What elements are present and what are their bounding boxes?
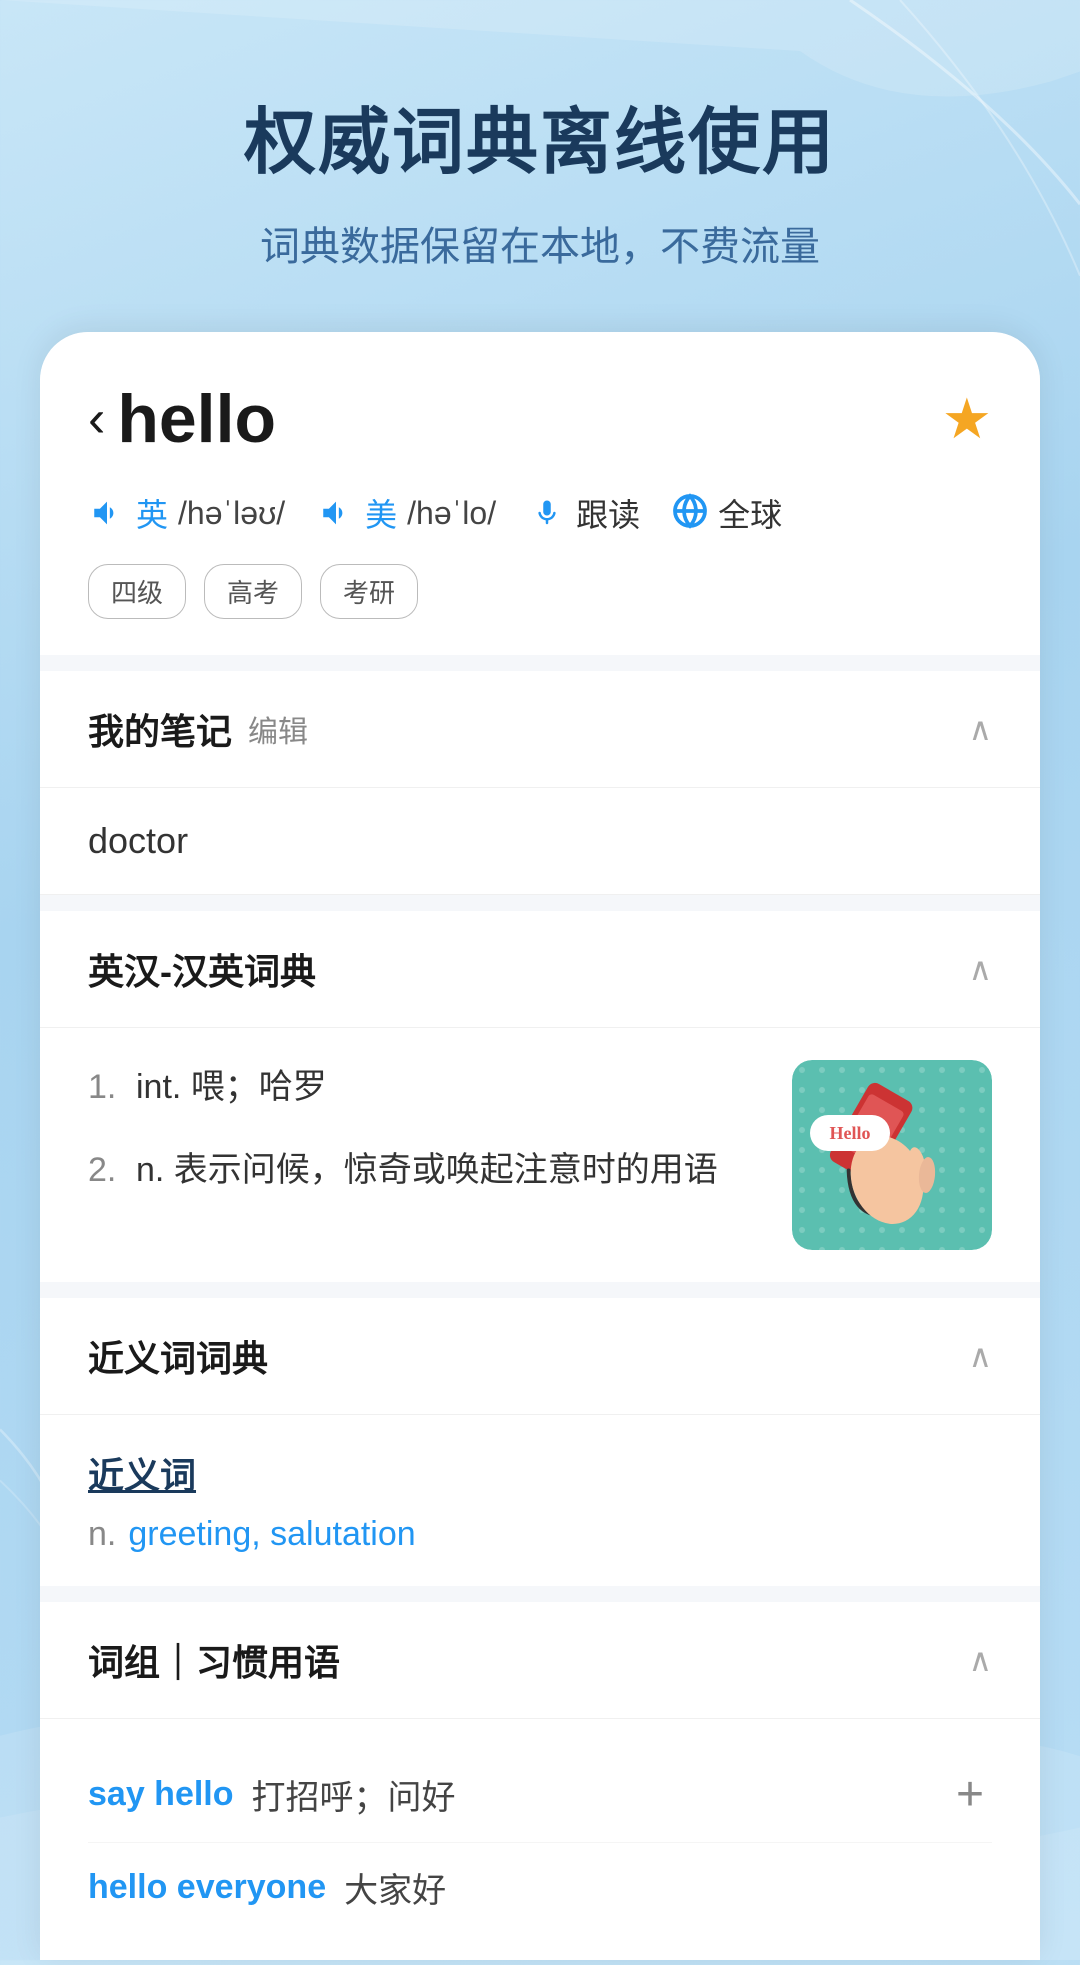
dict-entry: 1. int. 喂；哈罗 2. n. 表示问候，惊奇或唤起注意时的用语 [88,1060,992,1250]
phrase-zh-2: 大家好 [344,1863,446,1912]
def-text-2: n. 表示问候，惊奇或唤起注意时的用语 [136,1143,718,1197]
back-word-row: ‹ hello [88,380,276,458]
notes-section: 我的笔记 编辑 ∧ doctor [40,671,1040,895]
dictionary-section: 英汉-汉英词典 ∧ 1. int. 喂；哈罗 2. n. 表示问候，惊奇或唤起注… [40,911,1040,1282]
dictionary-title: 英汉-汉英词典 [88,943,316,995]
synonyms-section-header[interactable]: 近义词词典 ∧ [40,1298,1040,1415]
synonyms-content: 近义词 n. greeting, salutation [40,1415,1040,1586]
american-label: 美 [365,490,397,536]
global-label: 全球 [718,490,782,536]
phrase-item-1: say hello 打招呼；问好 + [88,1747,992,1843]
star-icon[interactable]: ★ [942,386,992,452]
notes-title: 我的笔记 [88,703,232,755]
follow-read-label: 跟读 [576,490,640,536]
def-num-2: 2. [88,1143,124,1197]
global-icon [672,493,708,534]
notes-content: doctor [40,788,1040,895]
tag-gaokao: 高考 [204,564,302,619]
synonym-row: n. greeting, salutation [88,1515,992,1554]
american-phonetic: /həˈlo/ [407,495,496,532]
synonym-words[interactable]: greeting, salutation [128,1515,415,1554]
phrase-en-1[interactable]: say hello [88,1775,234,1814]
search-word: hello [117,380,276,458]
synonyms-title: 近义词词典 [88,1330,268,1382]
notes-edit-button[interactable]: 编辑 [248,707,308,751]
british-label: 英 [136,490,168,536]
tag-level4: 四级 [88,564,186,619]
british-pronunciation[interactable]: 英 /həˈləʊ/ [88,490,285,536]
dict-definitions: 1. int. 喂；哈罗 2. n. 表示问候，惊奇或唤起注意时的用语 [88,1060,768,1225]
phrase-add-button-1[interactable]: + [948,1767,992,1822]
phrases-title: 词组｜习惯用语 [88,1634,340,1686]
phrase-en-2[interactable]: hello everyone [88,1868,326,1907]
dict-def-1: 1. int. 喂；哈罗 [88,1060,768,1114]
phrases-chevron-icon: ∧ [969,1641,992,1679]
follow-read-button[interactable]: 跟读 [528,490,640,536]
dict-section-left: 英汉-汉英词典 [88,943,316,995]
tags-row: 四级 高考 考研 [88,564,992,619]
synonyms-chevron-icon: ∧ [969,1337,992,1375]
phrases-section: 词组｜习惯用语 ∧ say hello 打招呼；问好 + hello every… [40,1602,1040,1960]
word-header: ‹ hello ★ 英 /həˈləʊ/ 美 /həˈlo/ [40,332,1040,655]
global-button[interactable]: 全球 [672,490,782,536]
dictionary-chevron-icon: ∧ [969,950,992,988]
def-text-1: int. 喂；哈罗 [136,1060,327,1114]
synonym-content-title: 近义词 [88,1447,992,1499]
dict-def-2: 2. n. 表示问候，惊奇或唤起注意时的用语 [88,1143,768,1197]
notes-chevron-icon: ∧ [969,710,992,748]
dictionary-section-header[interactable]: 英汉-汉英词典 ∧ [40,911,1040,1028]
phrase-item-2: hello everyone 大家好 [88,1843,992,1932]
svg-text:Hello: Hello [830,1123,871,1143]
phrases-section-left: 词组｜习惯用语 [88,1634,340,1686]
hello-image: Hello [792,1060,992,1250]
header-area: 权威词典离线使用 词典数据保留在本地，不费流量 [0,0,1080,332]
phrase-zh-1: 打招呼；问好 [252,1770,456,1819]
dictionary-content: 1. int. 喂；哈罗 2. n. 表示问候，惊奇或唤起注意时的用语 [40,1028,1040,1282]
american-speaker-icon [317,494,355,532]
notes-section-left: 我的笔记 编辑 [88,703,308,755]
tag-kaoyan: 考研 [320,564,418,619]
phrase-left-1: say hello 打招呼；问好 [88,1770,948,1819]
phrases-section-header[interactable]: 词组｜习惯用语 ∧ [40,1602,1040,1719]
main-card: ‹ hello ★ 英 /həˈləʊ/ 美 /həˈlo/ [40,332,1040,1960]
synonyms-section: 近义词词典 ∧ 近义词 n. greeting, salutation [40,1298,1040,1586]
def-num-1: 1. [88,1060,124,1114]
page-title: 权威词典离线使用 [60,100,1020,186]
microphone-icon [528,494,566,532]
phrases-content: say hello 打招呼；问好 + hello everyone 大家好 [40,1719,1040,1960]
synonyms-section-left: 近义词词典 [88,1330,268,1382]
notes-section-header[interactable]: 我的笔记 编辑 ∧ [40,671,1040,788]
british-phonetic: /həˈləʊ/ [178,495,285,532]
pronunciation-row: 英 /həˈləʊ/ 美 /həˈlo/ 跟读 [88,490,992,536]
phrase-left-2: hello everyone 大家好 [88,1863,992,1912]
synonym-pos: n. [88,1515,116,1554]
back-icon[interactable]: ‹ [88,393,105,445]
page-subtitle: 词典数据保留在本地，不费流量 [60,214,1020,272]
british-speaker-icon [88,494,126,532]
american-pronunciation[interactable]: 美 /həˈlo/ [317,490,496,536]
